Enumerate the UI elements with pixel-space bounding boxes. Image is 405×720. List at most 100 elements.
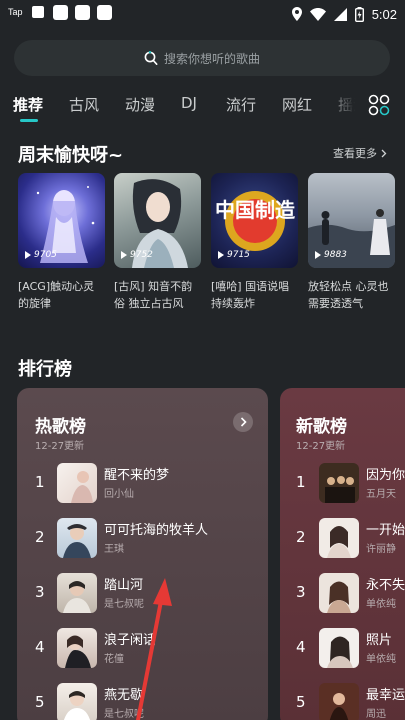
notification-icon [53,5,68,20]
tab-anime[interactable]: 动漫 [125,94,155,115]
song-title: 最幸运 [366,688,405,703]
artist-name: 五月天 [366,489,396,500]
song-thumbnail [57,463,97,503]
chart-row[interactable]: 5 最幸运 周迅 [280,679,405,720]
song-title: 浪子闲话 [104,633,157,648]
song-thumbnail [57,573,97,613]
hot-chart-more-button[interactable] [233,412,253,432]
tab-fade [326,92,368,120]
notification-icon [32,6,44,18]
playlist-card[interactable]: 中国制造 9715 [嘻哈] 国语说唱持续轰炸 [211,173,298,312]
search-input[interactable]: 搜索你想听的歌曲 [14,40,390,76]
tab-gufeng[interactable]: 古风 [69,94,99,115]
playlist-card[interactable]: 9752 [古风] 知音不韵俗 独立占古风 [114,173,201,312]
see-more-label: 查看更多 [333,147,377,160]
chart-row[interactable]: 2 可可托海的牧羊人 王琪 [17,514,268,562]
playlist-title: [古风] 知音不韵俗 独立占古风 [114,280,193,310]
hot-chart-title: 热歌榜 [35,417,86,437]
rank-number: 5 [35,693,45,711]
new-chart-update-date: 12-27更新 [296,441,346,452]
artist-name: 花僮 [104,654,124,665]
playlist-card[interactable]: 9705 [ACG]触动心灵的旋律 [18,173,105,312]
song-thumbnail [319,628,359,668]
chevron-right-icon [240,417,247,427]
chart-row[interactable]: 4 照片 单依纯 [280,624,405,672]
play-count: 9883 [315,250,347,260]
search-placeholder: 搜索你想听的歌曲 [163,51,260,66]
chart-row[interactable]: 1 因为你 五月天 [280,459,405,507]
tab-pop[interactable]: 流行 [226,94,256,115]
song-title: 照片 [366,633,393,648]
song-thumbnail [319,683,359,720]
wifi-icon [309,7,326,21]
playlist-title: [嘻哈] 国语说唱持续轰炸 [211,280,290,310]
chevron-right-icon [381,149,387,157]
artist-name: 回小仙 [104,489,134,500]
playlist-cover: 9752 [114,173,201,268]
song-title: 一开始 [366,523,405,538]
artist-name: 许丽静 [366,544,396,555]
playlist-cover: 中国制造 9715 [211,173,298,268]
see-more-link[interactable]: 查看更多 [333,145,387,161]
rank-number: 3 [35,583,45,601]
song-title: 醒不来的梦 [104,468,170,483]
new-chart-title: 新歌榜 [296,417,347,437]
hot-chart-update-date: 12-27更新 [35,441,85,452]
category-tabs: 推荐 古风 动漫 DJ 流行 网红 摇滚 [0,92,405,122]
play-count: 9705 [25,250,57,260]
playlist-card[interactable]: 9883 放轻松点 心灵也需要透透气 [308,173,395,312]
chart-row[interactable]: 1 醒不来的梦 回小仙 [17,459,268,507]
artist-name: 周迅 [366,709,386,720]
song-thumbnail [57,628,97,668]
status-bar: Tap 5:02 [0,0,405,28]
hot-songs-chart-panel[interactable]: 热歌榜 12-27更新 1 醒不来的梦 回小仙 2 可可托海的牧羊人 王琪 3 … [17,388,268,720]
playlist-title: 放轻松点 心灵也需要透透气 [308,280,389,310]
playlist-cover: 9883 [308,173,395,268]
category-grid-icon[interactable] [368,94,390,116]
artist-name: 王琪 [104,544,124,555]
song-thumbnail [319,463,359,503]
chart-row[interactable]: 5 燕无歇 是七叔呢 [17,679,268,720]
signal-icon [333,7,347,21]
artist-name: 是七叔呢 [104,599,144,610]
play-count: 9752 [121,250,153,260]
artist-name: 单依纯 [366,599,396,610]
new-songs-chart-panel[interactable]: 新歌榜 12-27更新 1 因为你 五月天 2 一开始 许丽静 3 永不失 单依… [280,388,405,720]
song-title: 因为你 [366,468,405,483]
artist-name: 单依纯 [366,654,396,665]
song-title: 永不失 [366,578,405,593]
tab-recommend[interactable]: 推荐 [13,94,43,115]
clock: 5:02 [371,6,397,22]
tab-dj[interactable]: DJ [181,94,197,112]
rank-number: 5 [296,693,306,711]
rank-number: 1 [35,473,45,491]
rank-number: 4 [35,638,45,656]
song-thumbnail [57,518,97,558]
rank-number: 2 [35,528,45,546]
weekend-section-title: 周末愉快呀~ [18,145,124,166]
playlist-title: [ACG]触动心灵的旋律 [18,280,95,310]
song-thumbnail [57,683,97,720]
chart-row[interactable]: 2 一开始 许丽静 [280,514,405,562]
song-thumbnail [319,518,359,558]
search-icon [144,50,158,65]
tab-internet-hits[interactable]: 网红 [282,94,312,115]
notification-icon [97,5,112,20]
chart-row[interactable]: 4 浪子闲话 花僮 [17,624,268,672]
playlist-cover: 9705 [18,173,105,268]
rank-number: 4 [296,638,306,656]
battery-icon [354,6,364,22]
rank-number: 3 [296,583,306,601]
rank-number: 2 [296,528,306,546]
chart-row[interactable]: 3 永不失 单依纯 [280,569,405,617]
active-tab-indicator [20,119,38,122]
charts-section-title: 排行榜 [18,359,72,380]
location-icon [291,7,302,21]
song-title: 踏山河 [104,578,144,593]
play-count: 9715 [218,250,250,260]
chart-row[interactable]: 3 踏山河 是七叔呢 [17,569,268,617]
song-title: 可可托海的牧羊人 [104,523,209,538]
song-title: 燕无歇 [104,688,144,703]
rank-number: 1 [296,473,306,491]
app-tag: Tap [8,7,23,17]
